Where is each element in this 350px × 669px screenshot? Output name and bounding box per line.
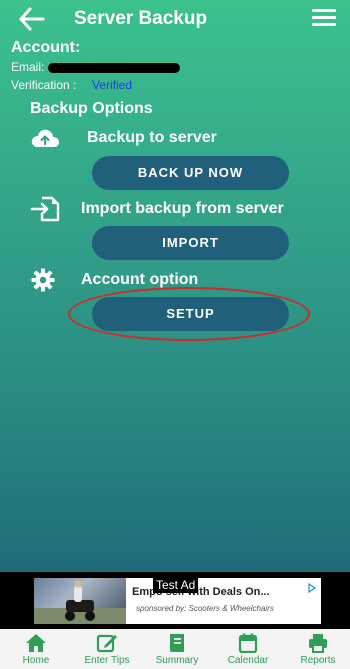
ad-image[interactable] — [34, 578, 126, 624]
nav-label-reports: Reports — [300, 655, 336, 666]
import-icon — [30, 196, 60, 222]
email-label: Email: — [11, 60, 45, 74]
back-up-now-button[interactable]: BACK UP NOW — [92, 156, 289, 190]
email-value-redacted — [48, 63, 180, 73]
back-arrow-icon[interactable] — [18, 6, 46, 32]
nav-item-reports[interactable]: Reports — [283, 629, 350, 669]
import-backup-label: Import backup from server — [81, 200, 284, 217]
calendar-icon — [237, 633, 259, 654]
setup-highlight-annotation — [68, 287, 310, 341]
cloud-upload-icon — [30, 126, 60, 152]
nav-item-calendar[interactable]: Calendar — [213, 629, 283, 669]
account-label: Account: — [11, 39, 81, 56]
nav-label-home: Home — [22, 655, 50, 666]
nav-label-enter-tips: Enter Tips — [84, 655, 130, 666]
printer-icon — [307, 633, 329, 653]
backup-options-title: Backup Options — [30, 100, 153, 117]
nav-item-enter-tips[interactable]: Enter Tips — [72, 629, 142, 669]
hamburger-menu-icon[interactable] — [312, 9, 336, 29]
import-button[interactable]: IMPORT — [92, 226, 289, 260]
page-title: Server Backup — [74, 8, 208, 29]
book-icon — [166, 633, 188, 653]
gear-icon — [30, 267, 60, 293]
nav-label-summary: Summary — [155, 655, 199, 666]
edit-icon — [96, 633, 118, 653]
verification-label: Verification : — [11, 78, 77, 92]
ad-sponsor: sponsored by: Scooters & Wheelchairs — [136, 604, 274, 613]
verification-status: Verified — [92, 78, 133, 92]
nav-label-calendar: Calendar — [227, 655, 269, 666]
top-app-bar: Server Backup — [0, 0, 350, 40]
home-icon — [25, 633, 47, 653]
nav-item-home[interactable]: Home — [1, 629, 71, 669]
nav-item-summary[interactable]: Summary — [142, 629, 212, 669]
ad-choices-icon[interactable] — [307, 580, 317, 594]
main-screen: Server Backup Account: Email: Verificati… — [0, 0, 350, 572]
backup-to-server-label: Backup to server — [87, 129, 217, 146]
test-ad-badge: Test Ad — [153, 577, 199, 593]
